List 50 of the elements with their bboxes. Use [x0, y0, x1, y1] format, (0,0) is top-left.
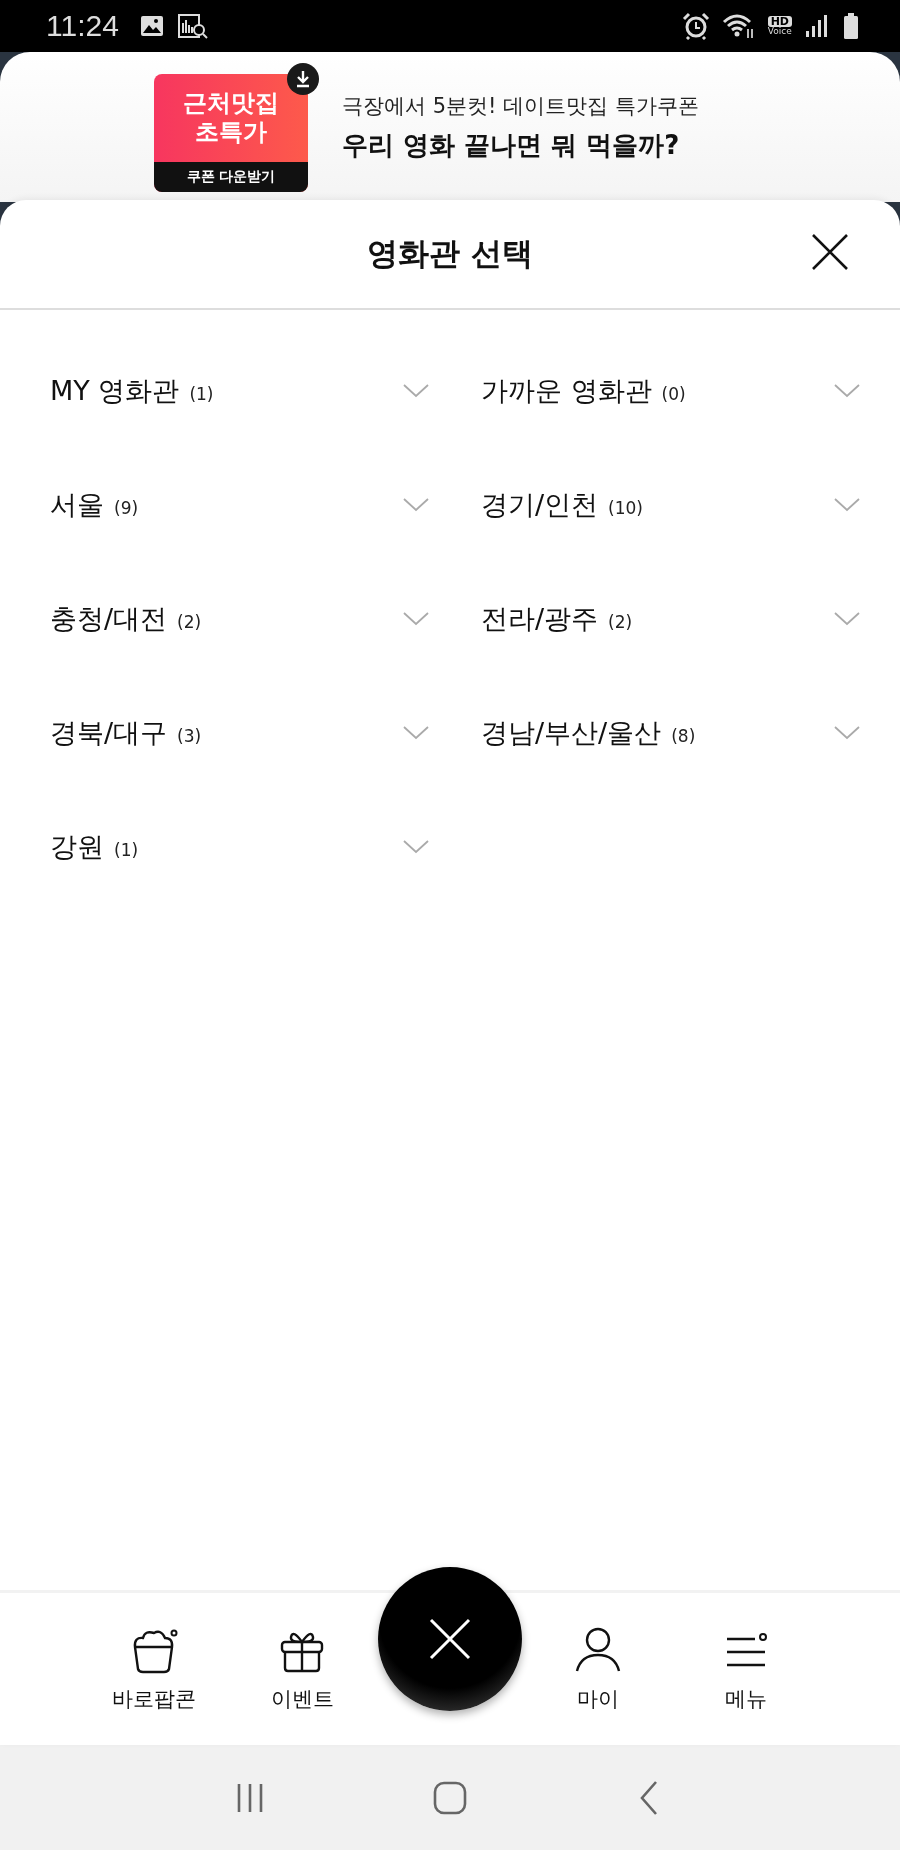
nav-item[interactable]: 이벤트 — [228, 1625, 376, 1713]
chart-search-icon — [176, 13, 209, 39]
region-name: 전라/광주 — [481, 602, 599, 636]
ad-banner[interactable]: 근처맛집 초특가 쿠폰 다운받기 극장에서 5분컷! 데이트맛집 특가쿠폰 우리 영화 끝나면 뭐 먹을까? — [0, 52, 900, 202]
close-fab-button[interactable] — [378, 1567, 522, 1711]
nav-item[interactable]: 바로팝콘 — [80, 1625, 228, 1713]
region-count: (8) — [671, 725, 696, 746]
close-button[interactable] — [810, 232, 850, 272]
region-name: 가까운 영화관 — [481, 374, 652, 408]
nav-item[interactable]: 마이 — [524, 1625, 672, 1713]
region-count: (1) — [189, 383, 214, 404]
region-name: 경기/인천 — [481, 488, 599, 522]
coupon-download-label: 쿠폰 다운받기 — [154, 162, 308, 192]
alarm-icon — [681, 12, 710, 40]
region-name: 충청/대전 — [50, 602, 168, 636]
sheet-title: 영화관 선택 — [367, 234, 533, 273]
region-item[interactable]: 경북/대구 (3) — [50, 676, 429, 790]
clock-time: 11:24 — [46, 9, 119, 43]
region-item[interactable]: 경남/부산/울산 (8) — [481, 676, 860, 790]
region-name: 경북/대구 — [50, 716, 168, 750]
region-name: 강원 — [50, 830, 104, 864]
region-name: MY 영화관 — [50, 374, 180, 408]
region-name: 서울 — [50, 488, 104, 522]
nav-item[interactable]: 메뉴 — [672, 1625, 820, 1713]
region-item[interactable]: MY 영화관 (1) — [50, 334, 429, 448]
close-icon — [428, 1617, 472, 1661]
wifi-icon — [721, 12, 756, 40]
banner-title: 우리 영화 끝나면 뭐 먹을까? — [342, 128, 681, 162]
close-icon — [810, 232, 850, 272]
region-item[interactable]: 충청/대전 (2) — [50, 562, 429, 676]
battery-icon — [842, 12, 860, 40]
badge-title: 근처맛집 초특가 — [182, 88, 280, 148]
region-item[interactable]: 강원 (1) — [50, 790, 429, 904]
hd-voice-indicator: HD Voice — [767, 16, 792, 36]
region-count: (3) — [177, 725, 202, 746]
region-item[interactable]: 가까운 영화관 (0) — [481, 334, 860, 448]
download-icon — [286, 62, 320, 96]
region-count: (0) — [661, 383, 686, 404]
region-item[interactable]: 서울 (9) — [50, 448, 429, 562]
region-count: (2) — [608, 611, 633, 632]
region-count: (10) — [608, 497, 643, 518]
signal-icon — [804, 13, 830, 39]
region-item[interactable]: 경기/인천 (10) — [481, 448, 860, 562]
image-icon — [138, 14, 165, 38]
region-item[interactable]: 전라/광주 (2) — [481, 562, 860, 676]
region-count: (9) — [114, 497, 139, 518]
region-count: (1) — [114, 839, 139, 860]
region-count: (2) — [177, 611, 202, 632]
banner-subtitle: 극장에서 5분컷! 데이트맛집 특가쿠폰 — [342, 92, 699, 120]
region-name: 경남/부산/울산 — [481, 716, 662, 750]
